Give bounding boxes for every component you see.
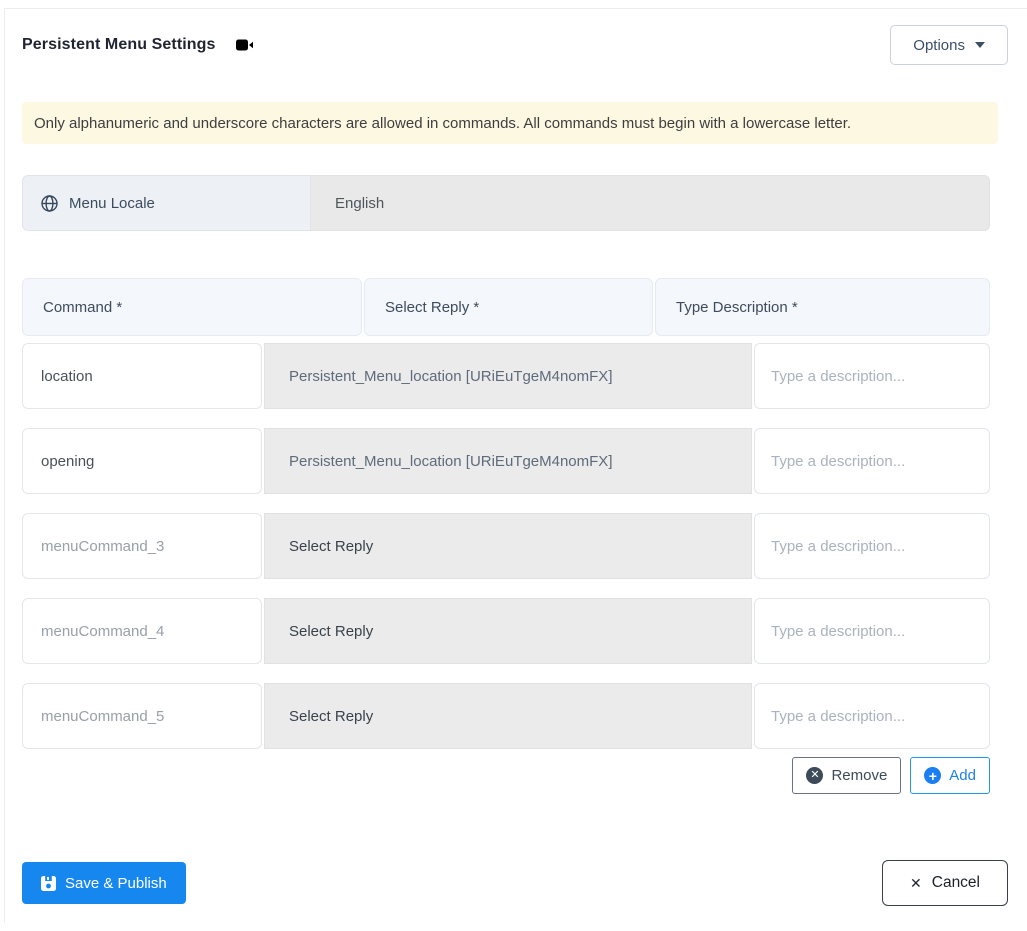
x-icon: ✕ — [910, 874, 922, 891]
warning-alert-text: Only alphanumeric and underscore charact… — [34, 114, 852, 132]
table-row: Select Reply — [22, 683, 990, 749]
table-row: Select Reply — [22, 598, 990, 664]
table-row: Persistent_Menu_location [URiEuTgeM4nomF… — [22, 343, 990, 409]
reply-select[interactable]: Select Reply — [264, 513, 752, 579]
page-title: Persistent Menu Settings — [22, 36, 216, 53]
table-row: Select Reply — [22, 513, 990, 579]
remove-row-button[interactable]: ✕ Remove — [792, 757, 902, 794]
remove-row-button-label: Remove — [831, 767, 888, 784]
command-input[interactable] — [22, 513, 262, 579]
command-input[interactable] — [22, 598, 262, 664]
reply-select-text: Select Reply — [289, 622, 374, 640]
globe-icon — [41, 194, 58, 212]
add-row-button-label: Add — [949, 767, 976, 784]
footer: Save & Publish ✕ Cancel — [22, 860, 1008, 906]
persistent-menu-settings-card: Persistent Menu Settings Options Only al… — [4, 8, 1027, 923]
save-publish-button-label: Save & Publish — [65, 874, 167, 892]
warning-alert: Only alphanumeric and underscore charact… — [22, 102, 998, 144]
add-row-button[interactable]: + Add — [910, 757, 990, 794]
reply-select-text: Persistent_Menu_location [URiEuTgeM4nomF… — [289, 452, 613, 470]
menu-locale-label-text: Menu Locale — [69, 194, 155, 212]
column-header-type-description: Type Description * — [655, 278, 990, 336]
description-input[interactable] — [754, 683, 990, 749]
description-input[interactable] — [754, 598, 990, 664]
reply-select[interactable]: Select Reply — [264, 598, 752, 664]
description-input[interactable] — [754, 513, 990, 579]
save-publish-button[interactable]: Save & Publish — [22, 862, 186, 904]
menu-locale-group: Menu Locale English — [22, 175, 990, 231]
x-circle-icon: ✕ — [806, 767, 824, 784]
command-input[interactable] — [22, 428, 262, 494]
cancel-button-label: Cancel — [931, 874, 980, 891]
column-header-command: Command * — [22, 278, 362, 336]
reply-select-text: Select Reply — [289, 537, 374, 555]
column-header-select-reply: Select Reply * — [364, 278, 653, 336]
topbar: Persistent Menu Settings Options — [22, 25, 1008, 65]
plus-circle-icon: + — [924, 767, 942, 784]
menu-locale-value-text: English — [335, 194, 385, 212]
reply-select-text: Persistent_Menu_location [URiEuTgeM4nomF… — [289, 367, 613, 385]
reply-select[interactable]: Persistent_Menu_location [URiEuTgeM4nomF… — [264, 428, 752, 494]
reply-select[interactable]: Select Reply — [264, 683, 752, 749]
options-button-label: Options — [913, 36, 965, 54]
command-input[interactable] — [22, 683, 262, 749]
menu-locale-label: Menu Locale — [22, 175, 311, 231]
command-input[interactable] — [22, 343, 262, 409]
table-header: Command * Select Reply * Type Descriptio… — [22, 278, 990, 336]
cancel-button[interactable]: ✕ Cancel — [882, 860, 1008, 906]
row-actions: ✕ Remove + Add — [22, 757, 990, 794]
description-input[interactable] — [754, 428, 990, 494]
table-row: Persistent_Menu_location [URiEuTgeM4nomF… — [22, 428, 990, 494]
reply-select[interactable]: Persistent_Menu_location [URiEuTgeM4nomF… — [264, 343, 752, 409]
menu-locale-value: English — [311, 175, 990, 231]
description-input[interactable] — [754, 343, 990, 409]
title-wrap: Persistent Menu Settings — [22, 36, 254, 54]
video-camera-icon — [235, 39, 254, 51]
chevron-down-icon — [975, 42, 985, 48]
reply-select-text: Select Reply — [289, 707, 374, 725]
save-icon — [41, 875, 56, 891]
options-button[interactable]: Options — [890, 25, 1008, 65]
